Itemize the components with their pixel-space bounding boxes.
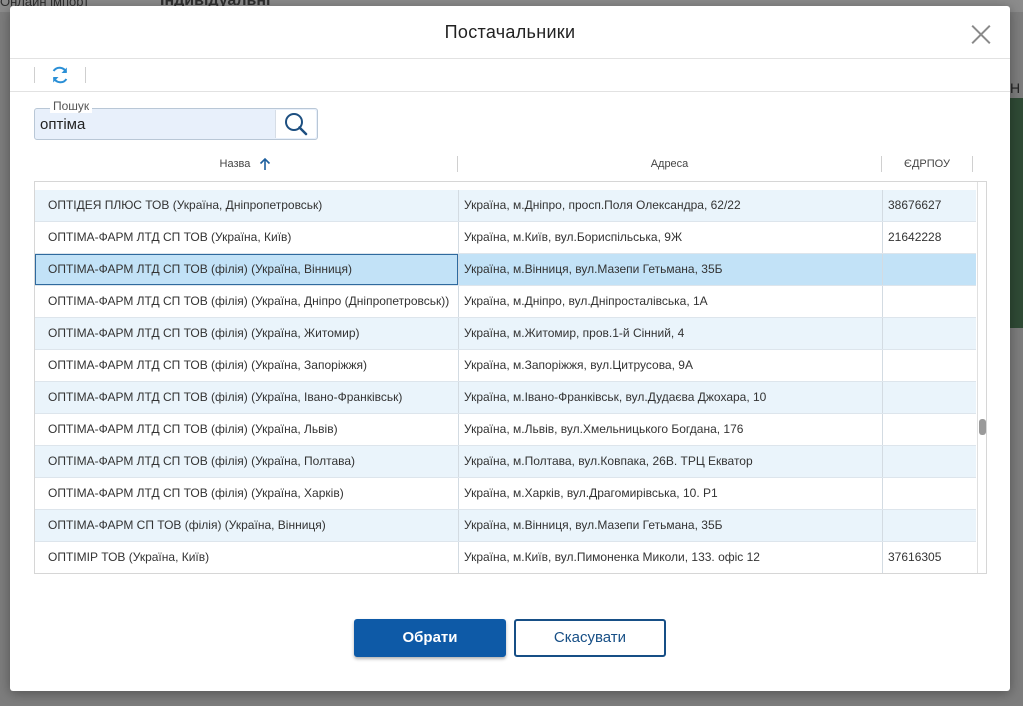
cell-address: Україна, м.Вінниця, вул.Мазепи Гетьмана,…	[458, 510, 882, 541]
cell-address: Україна, м.Львів, вул.Хмельницького Богд…	[458, 414, 882, 445]
cell-edrpou	[882, 510, 976, 541]
search-legend: Пошук	[50, 100, 93, 113]
cancel-button[interactable]: Скасувати	[514, 619, 666, 657]
column-header-name-label: Назва	[219, 158, 251, 170]
cell-name: ОПТІМА-ФАРМ ЛТД СП ТОВ (філія) (Україна,…	[48, 294, 450, 308]
cell-edrpou	[882, 350, 976, 381]
search-button[interactable]	[275, 110, 316, 138]
cell-edrpou: 37616305	[882, 542, 976, 573]
dialog-header: Постачальники	[10, 6, 1010, 59]
table-row[interactable]: ОПТІМА-ФАРМ ЛТД СП ТОВ (філія) (Україна,…	[35, 350, 976, 382]
cell-name: ОПТІМА-ФАРМ ЛТД СП ТОВ (філія) (Україна,…	[48, 422, 338, 436]
cell-name: ОПТІМІР ТОВ (Україна, Київ)	[48, 550, 210, 564]
cell-edrpou	[882, 382, 976, 413]
cell-edrpou	[882, 446, 976, 477]
table-row[interactable]: ОПТІМІР ТОВ (Україна, Київ) Україна, м.Ки…	[35, 542, 976, 573]
cell-edrpou: 21642228	[882, 222, 976, 253]
cell-address: Україна, м.Житомир, пров.1-й Сінний, 4	[458, 318, 882, 349]
cell-address: Україна, м.Вінниця, вул.Мазепи Гетьмана,…	[458, 254, 882, 285]
cell-name: ОПТІМА-ФАРМ ЛТД СП ТОВ (філія) (Україна,…	[48, 454, 356, 468]
table-row[interactable]: ОПТІДЕЯ ПЛЮС ТОВ (Україна, Дніпропетровс…	[35, 190, 976, 222]
toolbar-separator	[85, 67, 86, 83]
scrollbar-thumb[interactable]	[979, 419, 986, 435]
cell-address: Україна, м.Київ, вул.Бориспільська, 9Ж	[458, 222, 882, 253]
column-header-edrpou[interactable]: ЄДРПОУ	[882, 148, 972, 180]
table-row[interactable]: ОПТІМА-ФАРМ СП ТОВ (філія) (Україна, Він…	[35, 510, 976, 542]
select-button[interactable]: Обрати	[354, 619, 506, 657]
search-icon	[285, 113, 308, 136]
toolbar-separator	[34, 67, 35, 83]
cell-address: Україна, м.Запоріжжя, вул.Цитрусова, 9А	[458, 350, 882, 381]
table-row[interactable]: ОПТІМА-ФАРМ ЛТД СП ТОВ (філія) (Україна,…	[35, 286, 976, 318]
table-row[interactable]: ОПТІМА-ФАРМ ЛТД СП ТОВ (філія) (Україна,…	[35, 414, 976, 446]
table-row[interactable]: ОПТІМА-ФАРМ ЛТД СП ТОВ (Україна, Київ) Ук…	[35, 222, 976, 254]
table-row[interactable]: ОПТІМА-ФАРМ ЛТД СП ТОВ (філія) (Україна,…	[35, 446, 976, 478]
arrow-up-icon	[260, 157, 271, 171]
search-input[interactable]	[40, 113, 272, 135]
cell-address: Україна, м.Харків, вул.Драгомирівська, 1…	[458, 478, 882, 509]
background-right-text: Н	[1010, 80, 1021, 96]
cell-name: ОПТІМА-ФАРМ ЛТД СП ТОВ (Україна, Київ)	[48, 230, 292, 244]
cell-name: ОПТІМА-ФАРМ СП ТОВ (філія) (Україна, Він…	[48, 518, 326, 532]
cell-name: ОПТІМА-ФАРМ ЛТД СП ТОВ (філія) (Україна,…	[48, 326, 360, 340]
background-banner	[1010, 98, 1023, 328]
cell-edrpou	[882, 318, 976, 349]
cell-edrpou: 38676627	[882, 190, 976, 221]
cell-address: Україна, м.Івано-Франківськ, вул.Дудаєва…	[458, 382, 882, 413]
cell-edrpou	[882, 414, 976, 445]
column-separator	[972, 156, 973, 172]
cell-name: ОПТІМА-ФАРМ ЛТД СП ТОВ (філія) (Україна,…	[35, 254, 458, 285]
cell-address: Україна, м.Київ, вул.Пимоненка Миколи, 1…	[458, 542, 882, 573]
table-row[interactable]: ОПТІМА-ФАРМ ЛТД СП ТОВ (філія) (Україна,…	[35, 478, 976, 510]
cell-address: Україна, м.Полтава, вул.Ковпака, 26В. ТР…	[458, 446, 882, 477]
column-header-name[interactable]: Назва	[34, 148, 457, 180]
cell-name: ОПТІМА-ФАРМ ЛТД СП ТОВ (філія) (Україна,…	[48, 486, 344, 500]
column-header-address[interactable]: Адреса	[458, 148, 881, 180]
cell-name: ОПТІМА-ФАРМ ЛТД СП ТОВ (філія) (Україна,…	[48, 358, 368, 372]
dialog-title: Постачальники	[444, 22, 576, 42]
cell-name: ОПТІДЕЯ ПЛЮС ТОВ (Україна, Дніпропетровс…	[48, 198, 323, 212]
cell-name: ОПТІМА-ФАРМ ЛТД СП ТОВ (філія) (Україна,…	[48, 390, 403, 404]
toolbar	[10, 59, 1010, 92]
cell-edrpou	[882, 254, 976, 285]
refresh-icon[interactable]	[50, 65, 70, 85]
cell-address: Україна, м.Дніпро, вул.Дніпросталівська,…	[458, 286, 882, 317]
close-icon[interactable]	[970, 23, 992, 45]
table-row[interactable]: ОПТІМА-ФАРМ ЛТД СП ТОВ (філія) (Україна,…	[35, 254, 976, 286]
scrollbar[interactable]	[977, 182, 986, 573]
cell-edrpou	[882, 478, 976, 509]
suppliers-grid: ОПТІДЕЯ ПЛЮС ТОВ (Україна, Дніпропетровс…	[34, 181, 987, 574]
suppliers-dialog: Постачальники Пошук Назва	[10, 6, 1010, 691]
grid-header: Назва Адреса ЄДРПОУ	[34, 148, 976, 180]
table-row[interactable]: ОПТІМА-ФАРМ ЛТД СП ТОВ (філія) (Україна,…	[35, 318, 976, 350]
cell-edrpou	[882, 286, 976, 317]
table-row[interactable]: ОПТІМА-ФАРМ ЛТД СП ТОВ (філія) (Україна,…	[35, 382, 976, 414]
cell-address: Україна, м.Дніпро, просп.Поля Олександра…	[458, 190, 882, 221]
